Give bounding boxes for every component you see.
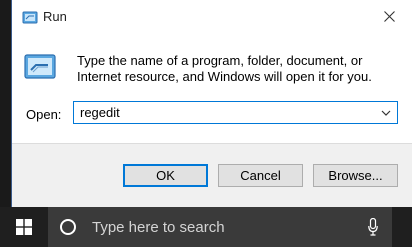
dialog-button-bar: OK Cancel Browse... [12, 143, 412, 207]
cancel-button[interactable]: Cancel [218, 164, 303, 187]
close-button[interactable] [372, 0, 406, 32]
taskbar: Type here to search [0, 207, 412, 247]
run-dialog: Run Type the name of a program, folder, … [11, 0, 412, 207]
dialog-title: Run [43, 9, 67, 24]
taskbar-tray [392, 207, 412, 247]
microphone-icon[interactable] [368, 218, 378, 236]
open-label: Open: [26, 107, 62, 122]
run-icon [24, 54, 56, 79]
cortana-circle-icon [60, 219, 76, 235]
open-combobox[interactable] [73, 101, 398, 124]
search-placeholder: Type here to search [92, 218, 225, 236]
chevron-down-icon [381, 110, 391, 116]
start-button[interactable] [0, 207, 48, 247]
run-description: Type the name of a program, folder, docu… [77, 53, 372, 84]
background-edge [0, 0, 11, 207]
windows-logo-icon [16, 219, 32, 235]
ok-button[interactable]: OK [123, 164, 208, 187]
title-bar[interactable]: Run [12, 0, 412, 34]
close-icon [383, 10, 395, 22]
open-input[interactable] [74, 102, 378, 123]
open-dropdown-button[interactable] [375, 102, 397, 123]
run-icon [22, 11, 38, 24]
taskbar-search-box[interactable]: Type here to search [48, 207, 392, 247]
browse-button[interactable]: Browse... [313, 164, 398, 187]
